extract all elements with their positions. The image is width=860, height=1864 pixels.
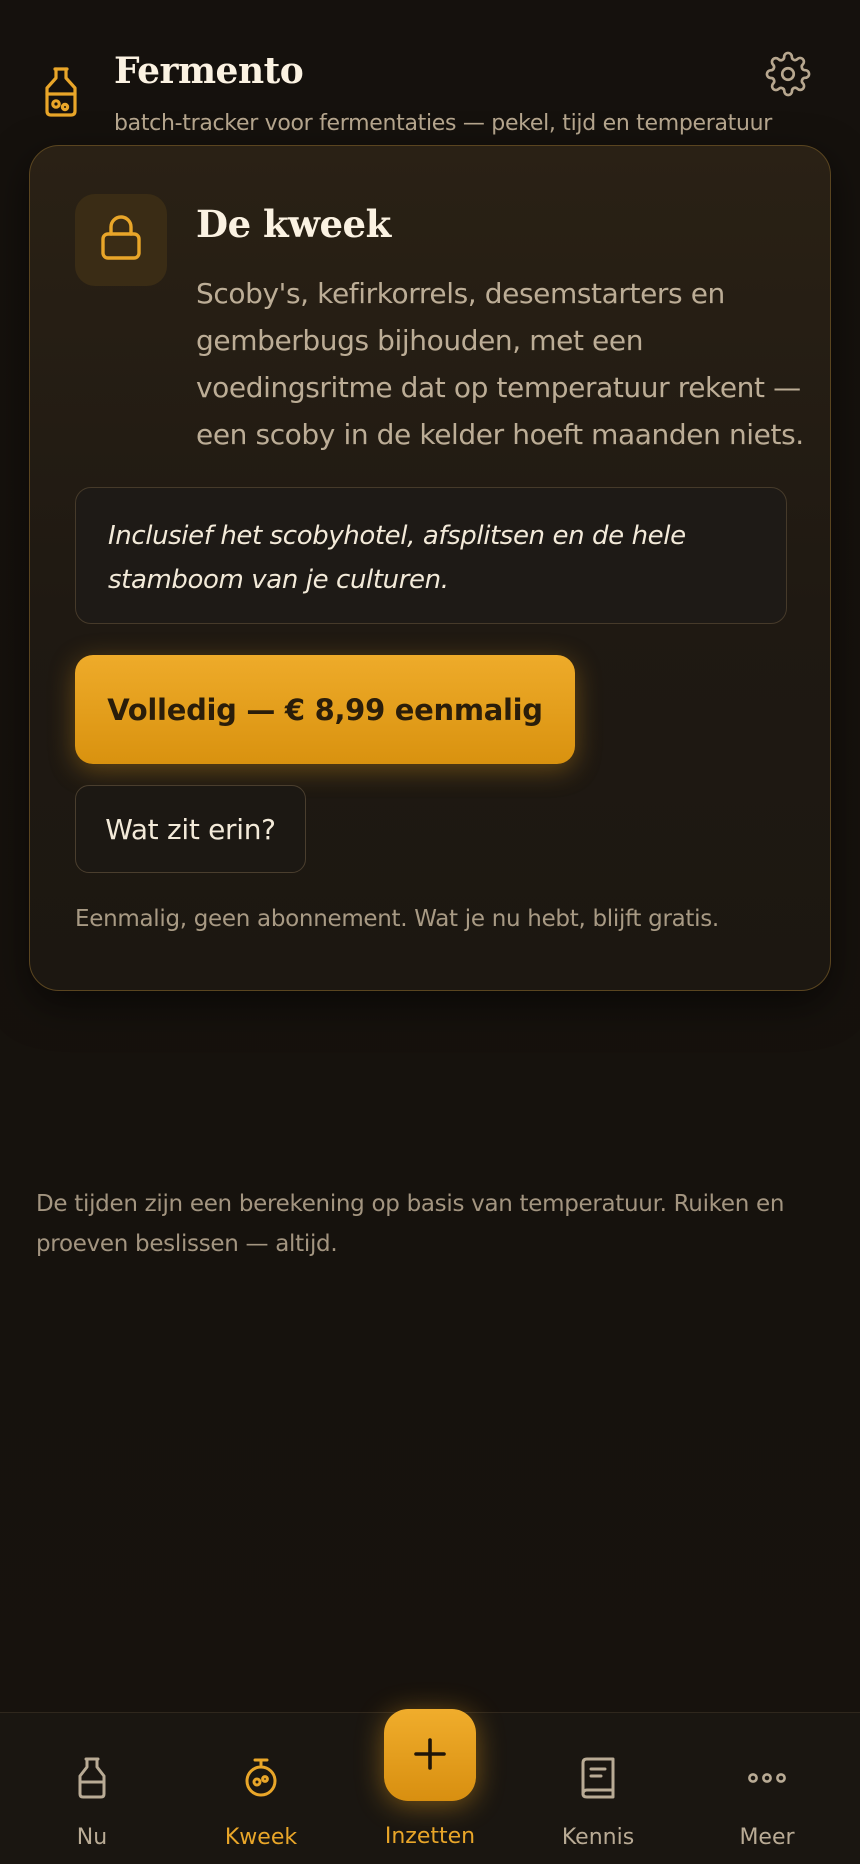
culture-jar-icon: [236, 1753, 286, 1803]
nav-item-meer[interactable]: Meer: [692, 1713, 842, 1864]
jar-icon: [42, 66, 80, 118]
upsell-card: De kweek Scoby's, kefirkorrels, desemsta…: [29, 145, 831, 991]
app-title: Fermento: [114, 50, 304, 92]
highlight-box: Inclusief het scobyhotel, afsplitsen en …: [75, 487, 787, 624]
nav-label-nu: Nu: [76, 1825, 108, 1850]
book-icon: [573, 1753, 623, 1803]
buy-full-button[interactable]: Volledig — € 8,99 eenmalig: [75, 655, 575, 764]
highlight-text: Inclusief het scobyhotel, afsplitsen en …: [108, 521, 686, 595]
upsell-description: Scoby's, kefirkorrels, desemstarters en …: [196, 277, 804, 451]
upsell-title: De kweek: [196, 202, 391, 246]
nav-label-kennis: Kennis: [561, 1825, 635, 1850]
whats-included-button[interactable]: Wat zit erin?: [75, 785, 306, 873]
lock-icon: [99, 214, 143, 266]
lock-tile: [75, 194, 167, 286]
app-header: Fermento batch-tracker voor fermentaties…: [0, 0, 860, 150]
nav-item-kweek[interactable]: Kweek: [186, 1713, 336, 1864]
app-root: Fermento batch-tracker voor fermentaties…: [0, 0, 860, 1864]
bottle-icon: [67, 1753, 117, 1803]
nav-label-kweek: Kweek: [224, 1825, 298, 1850]
more-dots-icon: [742, 1753, 792, 1803]
app-subtitle: batch-tracker voor fermentaties — pekel,…: [114, 111, 773, 136]
upsell-footnote: Eenmalig, geen abonnement. Wat je nu heb…: [75, 906, 719, 932]
nav-item-nu[interactable]: Nu: [17, 1713, 167, 1864]
add-batch-button[interactable]: [384, 1709, 476, 1801]
disclaimer-text: De tijden zijn een berekening op basis v…: [36, 1191, 785, 1257]
settings-button[interactable]: [762, 50, 814, 102]
nav-label-inzetten[interactable]: Inzetten: [355, 1824, 505, 1849]
nav-item-kennis[interactable]: Kennis: [523, 1713, 673, 1864]
nav-label-meer: Meer: [739, 1825, 795, 1850]
gear-icon: [765, 51, 811, 101]
plus-icon: [413, 1737, 447, 1774]
